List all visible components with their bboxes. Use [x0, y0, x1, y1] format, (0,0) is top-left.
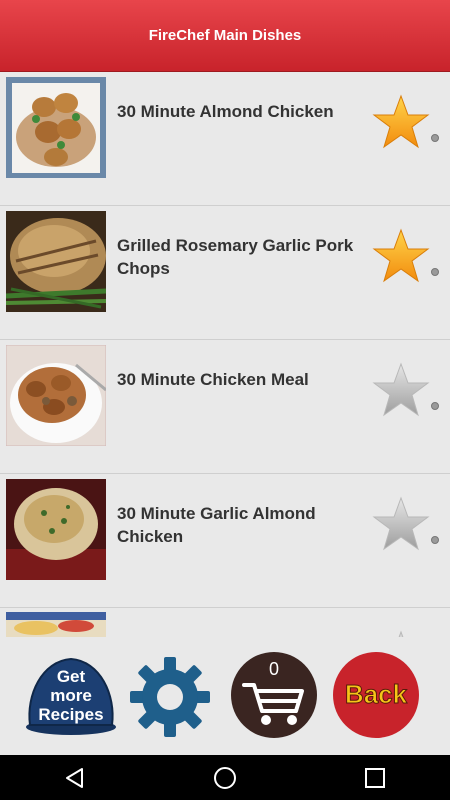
gear-icon[interactable]	[128, 655, 212, 739]
cart-button[interactable]: 0	[230, 651, 318, 739]
item-indicator-dot	[431, 134, 439, 142]
get-more-recipes-button[interactable]: Get more Recipes	[24, 655, 118, 737]
list-item[interactable]: 30 Minute Chicken Meal	[0, 340, 450, 474]
recipe-title: 30 Minute Chicken Meal	[117, 370, 309, 389]
back-label: Back	[345, 679, 408, 709]
get-more-line3: Recipes	[38, 705, 103, 724]
item-indicator-dot	[431, 268, 439, 276]
app-header: FireChef Main Dishes	[0, 0, 450, 72]
get-more-line1: Get	[57, 667, 86, 686]
back-button[interactable]: Back	[332, 651, 420, 739]
star-gray-icon[interactable]	[372, 362, 430, 420]
star-gold-icon[interactable]	[372, 94, 430, 152]
page-title: FireChef Main Dishes	[148, 27, 302, 44]
recipe-title: 30 Minute Almond Chicken	[117, 102, 334, 121]
get-more-line2: more	[50, 686, 92, 705]
recipe-title: Grilled Rosemary Garlic Pork Chops	[117, 236, 354, 278]
list-item[interactable]: 30 Minute Almond Chicken	[0, 72, 450, 206]
list-item[interactable]: Grilled Rosemary Garlic Pork Chops	[0, 206, 450, 340]
recipe-thumbnail	[6, 77, 106, 178]
bottom-toolbar: Get more Recipes 0 Back	[0, 637, 450, 755]
star-gray-icon[interactable]	[372, 630, 430, 637]
recipe-thumbnail	[6, 479, 106, 580]
recipe-list[interactable]: 30 Minute Almond Chicken Grilled Rosemar…	[0, 72, 450, 637]
cart-count: 0	[269, 659, 279, 679]
recipe-thumbnail	[6, 345, 106, 446]
triangle-back-icon[interactable]	[45, 755, 105, 800]
recipe-thumbnail	[6, 211, 106, 312]
recipe-thumbnail	[6, 612, 106, 637]
list-item[interactable]	[0, 608, 450, 637]
circle-home-icon[interactable]	[195, 755, 255, 800]
system-nav-bar	[0, 755, 450, 800]
list-item[interactable]: 30 Minute Garlic Almond Chicken	[0, 474, 450, 608]
star-gold-icon[interactable]	[372, 228, 430, 286]
item-indicator-dot	[431, 402, 439, 410]
star-gray-icon[interactable]	[372, 496, 430, 554]
square-recents-icon[interactable]	[345, 755, 405, 800]
item-indicator-dot	[431, 536, 439, 544]
recipe-title: 30 Minute Garlic Almond Chicken	[117, 504, 316, 546]
